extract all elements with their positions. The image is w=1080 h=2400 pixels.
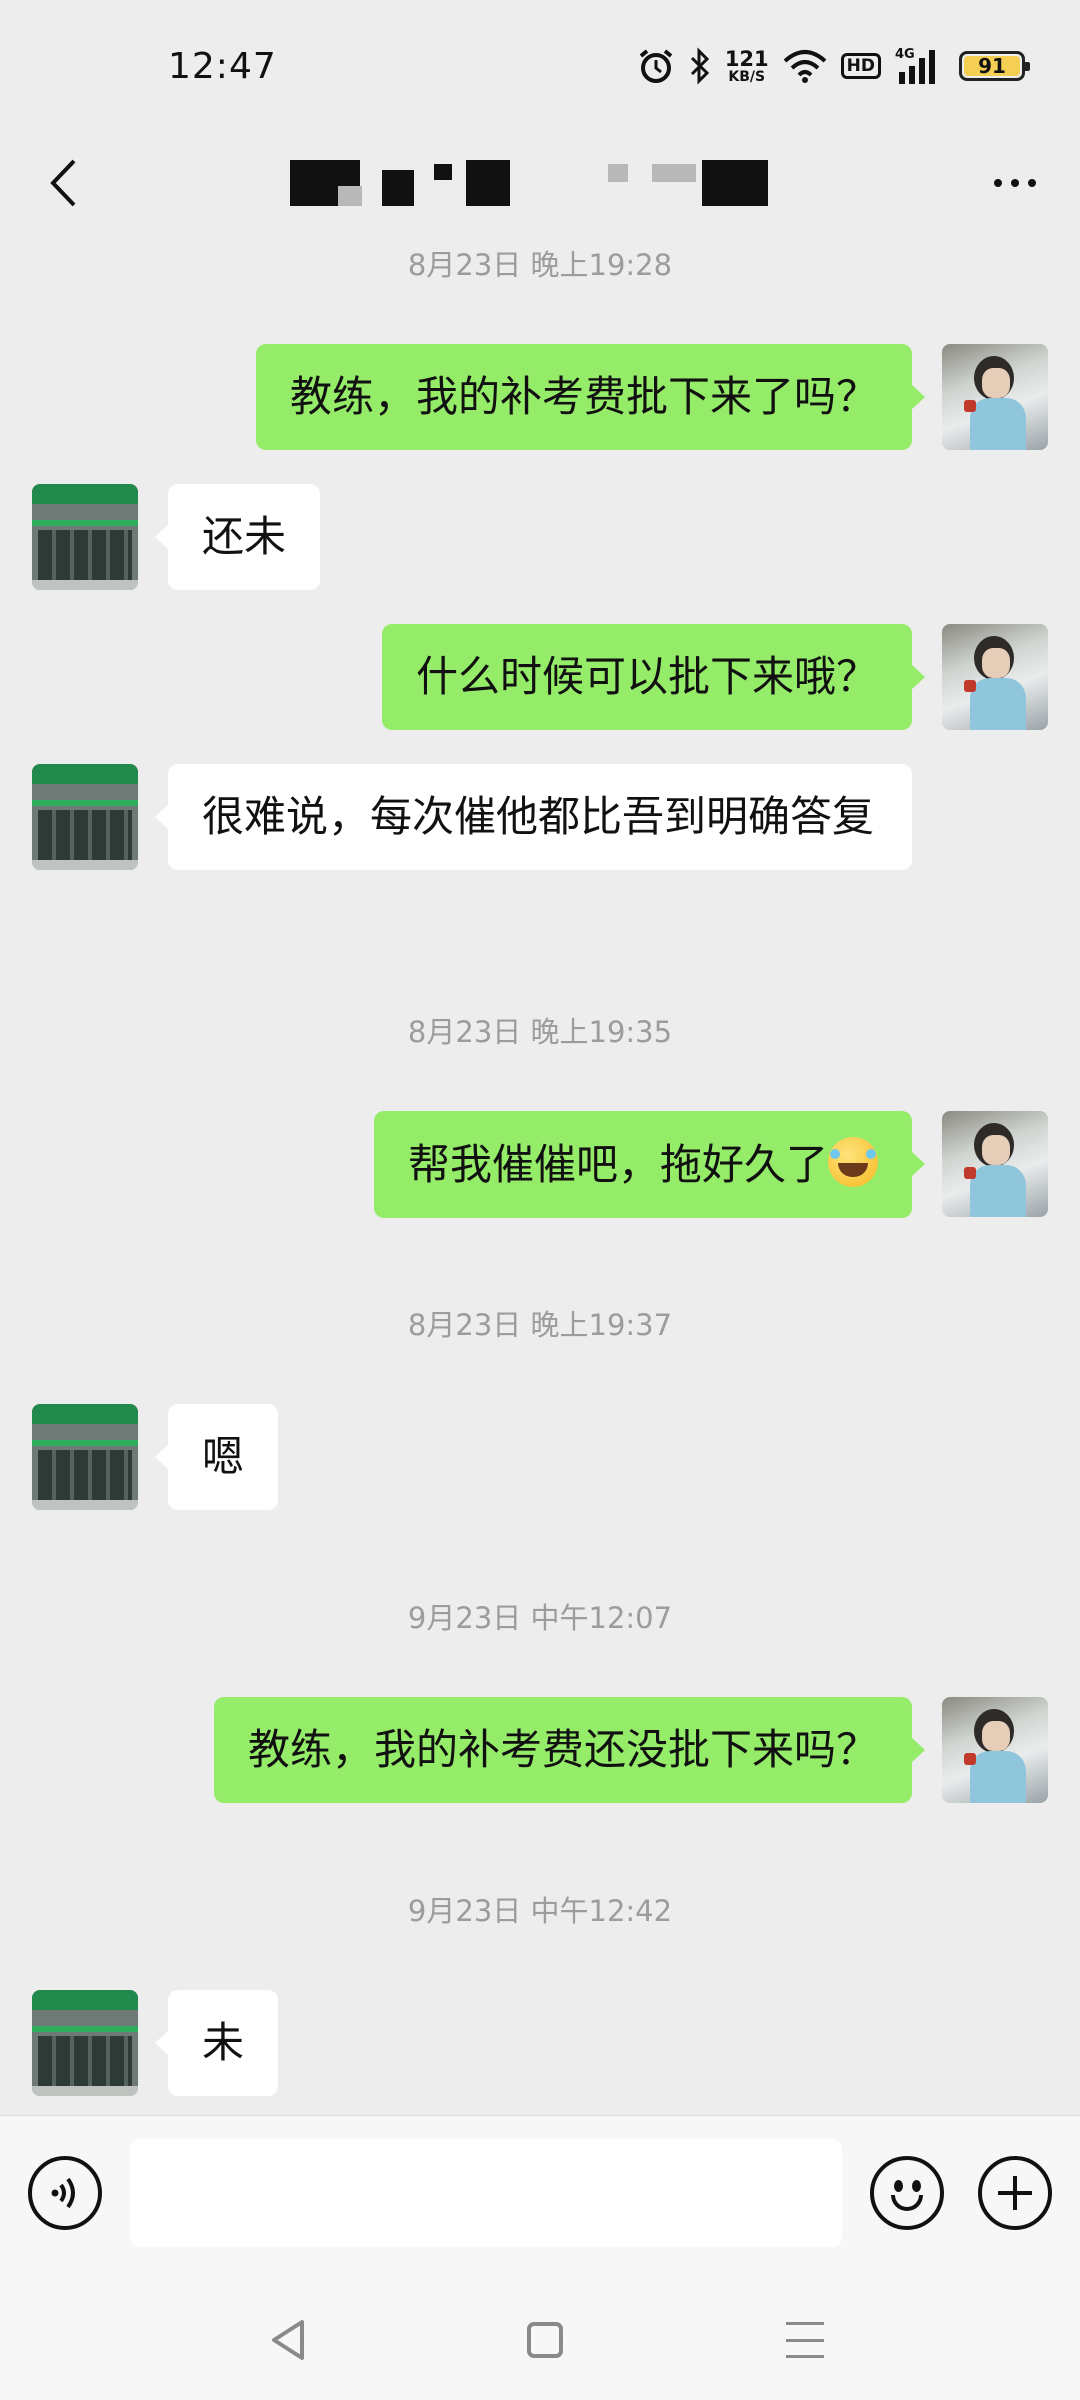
message-received[interactable]: 很难说，每次催他都比吾到明确答复 — [155, 764, 912, 870]
status-icons: 121 KB/S HD 4G 91 — [637, 44, 1030, 88]
chat-header — [0, 130, 1080, 240]
status-time: 12:47 — [168, 46, 277, 87]
timestamp: 8月23日 晚上19:35 — [407, 1015, 673, 1049]
my-avatar[interactable] — [942, 624, 1048, 730]
nav-back-icon[interactable] — [268, 2318, 308, 2362]
hd-badge: HD — [840, 52, 881, 80]
back-button[interactable] — [28, 148, 98, 218]
contact-avatar[interactable] — [32, 1404, 138, 1510]
contact-avatar[interactable] — [32, 484, 138, 590]
timestamp: 8月23日 晚上19:37 — [407, 1308, 673, 1342]
contact-avatar[interactable] — [32, 764, 138, 870]
plus-button[interactable] — [978, 2156, 1052, 2230]
message-received[interactable]: 未 — [154, 1990, 279, 2096]
laughing-tears-emoji-icon — [828, 1137, 878, 1187]
chevron-left-icon — [50, 159, 76, 207]
status-bar: 12:47 121 KB/S HD 4G 91 — [0, 0, 1080, 130]
signal-icon: 4G — [895, 47, 935, 84]
timestamp: 8月23日 晚上19:28 — [407, 248, 673, 282]
battery-level: 91 — [978, 54, 1006, 78]
nav-home-icon[interactable] — [527, 2322, 563, 2358]
contact-avatar[interactable] — [32, 1990, 138, 2096]
network-type: 4G — [895, 47, 915, 62]
my-avatar[interactable] — [942, 1697, 1048, 1803]
message-text: 帮我催催吧，拖好久了 — [407, 1140, 828, 1189]
system-nav-bar — [0, 2280, 1080, 2400]
message-input[interactable] — [130, 2139, 842, 2247]
input-bar — [0, 2115, 1080, 2280]
message-sent[interactable]: 教练，我的补考费批下来了吗？ — [255, 344, 926, 450]
nav-menu-icon[interactable] — [786, 2322, 824, 2358]
voice-icon — [51, 2177, 75, 2209]
message-sent[interactable]: 教练，我的补考费还没批下来吗？ — [213, 1697, 926, 1803]
emoji-button[interactable] — [870, 2156, 944, 2230]
message-received[interactable]: 嗯 — [154, 1404, 279, 1510]
more-button[interactable] — [980, 158, 1050, 208]
net-speed-unit: KB/S — [728, 68, 766, 85]
timestamp: 9月23日 中午12:42 — [407, 1894, 673, 1928]
net-speed-value: 121 — [724, 46, 769, 71]
my-avatar[interactable] — [942, 1111, 1048, 1217]
chat-area[interactable]: 8月23日 晚上19:28 教练，我的补考费批下来了吗？ 还未 什么时候可以批下… — [0, 240, 1080, 2115]
wifi-icon — [783, 50, 826, 83]
bluetooth-icon — [690, 47, 709, 85]
alarm-icon — [639, 49, 673, 83]
message-received[interactable]: 还未 — [154, 484, 321, 590]
timestamp: 9月23日 中午12:07 — [407, 1601, 673, 1635]
voice-button[interactable] — [28, 2156, 102, 2230]
contact-name-redacted — [290, 152, 770, 212]
net-speed: 121 KB/S — [724, 46, 769, 85]
my-avatar[interactable] — [942, 344, 1048, 450]
more-dots-icon — [994, 179, 1002, 187]
battery-icon: 91 — [959, 51, 1030, 81]
message-sent[interactable]: 帮我催催吧，拖好久了 — [373, 1111, 926, 1218]
message-sent[interactable]: 什么时候可以批下来哦？ — [381, 624, 926, 730]
